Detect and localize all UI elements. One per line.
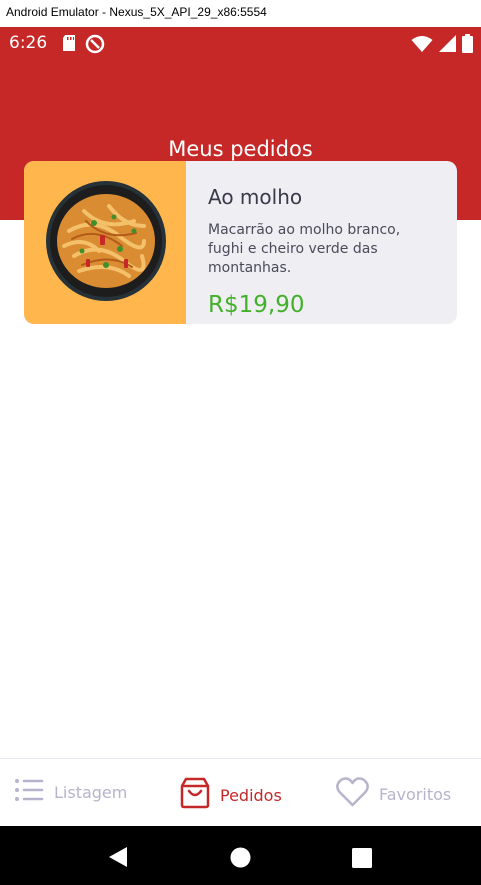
- nav-label-pedidos: Pedidos: [220, 785, 282, 805]
- order-description: Macarrão ao molho branco, fughi e cheiro…: [208, 222, 401, 276]
- window-title: Android Emulator - Nexus_5X_API_29_x86:5…: [0, 0, 481, 27]
- nav-item-listagem[interactable]: Listagem: [14, 777, 127, 807]
- order-card[interactable]: Ao molho Macarrão ao molho branco, fughi…: [24, 161, 457, 324]
- home-icon[interactable]: [230, 847, 251, 872]
- order-name: Ao molho: [208, 185, 303, 209]
- order-card-body: Ao molho Macarrão ao molho branco, fughi…: [186, 161, 457, 324]
- nav-item-pedidos[interactable]: Pedidos: [180, 777, 282, 813]
- nav-label-favoritos: Favoritos: [379, 784, 452, 804]
- order-price: R$19,90: [208, 292, 305, 318]
- status-icons-right: [411, 34, 473, 57]
- shopping-bag-icon: [180, 777, 210, 813]
- app-screen: 6:26 Meus pedidos Ao molho Macarrão ao m…: [0, 27, 481, 885]
- sd-card-icon: [61, 34, 77, 58]
- bottom-navigation: Listagem Pedidos Favoritos: [0, 758, 481, 826]
- heart-icon: [336, 777, 369, 811]
- cell-signal-icon: [439, 35, 456, 56]
- nav-label-listagem: Listagem: [54, 782, 128, 802]
- recents-icon[interactable]: [352, 848, 372, 872]
- data-saver-icon: [85, 34, 105, 58]
- system-navigation-bar: [0, 826, 481, 885]
- nav-item-favoritos[interactable]: Favoritos: [336, 777, 451, 811]
- page-title: Meus pedidos: [168, 137, 313, 161]
- status-icons-left: [61, 34, 105, 58]
- back-icon[interactable]: [108, 846, 128, 872]
- pasta-dish-image: [24, 161, 186, 324]
- status-time: 6:26: [9, 33, 48, 53]
- list-icon: [14, 777, 44, 807]
- wifi-icon: [411, 35, 433, 57]
- status-bar: 6:26: [0, 27, 481, 60]
- battery-icon: [462, 34, 473, 57]
